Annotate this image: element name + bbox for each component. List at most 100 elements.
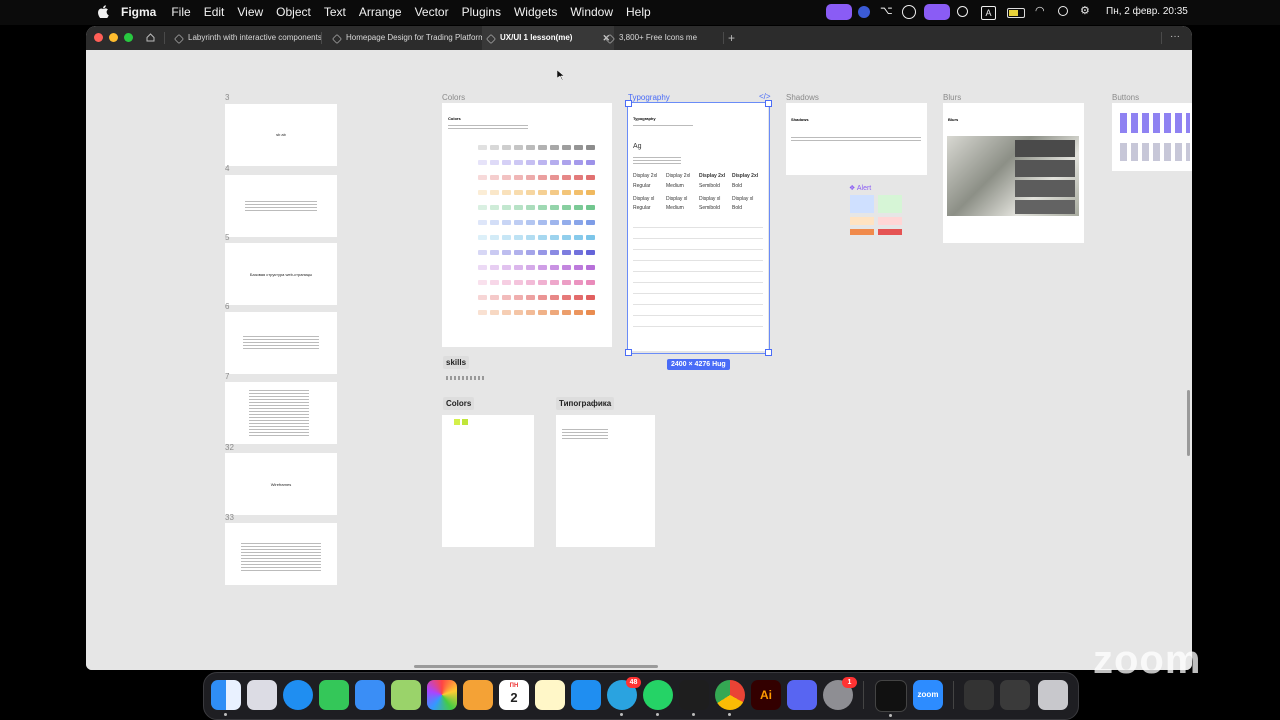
color-swatch xyxy=(574,220,583,225)
photos-icon[interactable] xyxy=(427,680,457,710)
fullscreen-window-button[interactable] xyxy=(124,33,133,42)
color-swatch xyxy=(538,265,547,270)
frame-label-blurs[interactable]: Blurs xyxy=(943,93,961,102)
frame-label-colors[interactable]: Colors xyxy=(442,93,465,102)
menu-vector[interactable]: Vector xyxy=(415,5,449,19)
frame-label-buttons[interactable]: Buttons xyxy=(1112,93,1139,102)
slide-thumbnail[interactable]: Wireframes xyxy=(225,453,337,515)
search-icon[interactable] xyxy=(1058,6,1068,16)
colors-frame[interactable]: Colors xyxy=(442,103,612,347)
slide-thumbnail[interactable] xyxy=(225,382,337,444)
alert-variants[interactable] xyxy=(850,195,904,242)
tab-homepage-design[interactable]: Homepage Design for Trading Platform xyxy=(328,26,492,50)
input-source-icon[interactable]: A xyxy=(981,6,996,20)
skills-component[interactable] xyxy=(446,376,484,380)
menu-help[interactable]: Help xyxy=(626,5,651,19)
play-icon[interactable] xyxy=(957,6,968,17)
system-settings-icon[interactable]: 1 xyxy=(823,677,857,710)
more-menu-button[interactable]: ··· xyxy=(1170,26,1180,48)
resize-handle[interactable] xyxy=(765,100,772,107)
discord-icon[interactable] xyxy=(787,680,817,710)
color-swatch xyxy=(526,145,535,150)
app-store-icon[interactable] xyxy=(571,680,601,710)
slide-thumbnail[interactable] xyxy=(225,312,337,374)
colors-section-label[interactable]: Colors xyxy=(443,397,475,410)
menu-text[interactable]: Text xyxy=(324,5,346,19)
zoom-icon[interactable]: zoom xyxy=(913,680,943,710)
colors-mini-frame[interactable] xyxy=(442,415,534,547)
color-swatch xyxy=(526,220,535,225)
frame-label-shadows[interactable]: Shadows xyxy=(786,93,819,102)
menu-view[interactable]: View xyxy=(237,5,263,19)
finder-icon[interactable] xyxy=(211,680,241,716)
menu-plugins[interactable]: Plugins xyxy=(462,5,501,19)
resize-handle[interactable] xyxy=(625,349,632,356)
notes-icon[interactable] xyxy=(535,680,565,710)
wifi-icon[interactable]: ◠ xyxy=(1035,4,1047,20)
apple-icon[interactable] xyxy=(98,5,109,18)
close-window-button[interactable] xyxy=(94,33,103,42)
horizontal-scrollbar[interactable] xyxy=(414,665,658,668)
trash-icon[interactable] xyxy=(1038,680,1068,710)
new-tab-button[interactable]: + xyxy=(728,26,735,50)
control-center-icon[interactable]: ⚙ xyxy=(1080,4,1094,20)
color-swatch xyxy=(478,220,487,225)
activity-monitor-icon[interactable] xyxy=(875,680,907,717)
telegram-icon[interactable]: 48 xyxy=(607,677,641,716)
design-canvas[interactable]: 3 sb ab 4 5 Базовая структура web-страни… xyxy=(86,50,1192,670)
color-swatch xyxy=(586,235,595,240)
blurs-frame[interactable]: Blurs xyxy=(943,103,1084,243)
menu-file[interactable]: File xyxy=(171,5,190,19)
menu-widgets[interactable]: Widgets xyxy=(514,5,557,19)
whatsapp-icon[interactable] xyxy=(643,680,673,716)
skills-label[interactable]: skills xyxy=(443,356,470,369)
tab-free-icons[interactable]: 3,800+ Free Icons me xyxy=(601,26,739,50)
slide-thumbnail[interactable]: sb ab xyxy=(225,104,337,166)
minimized-window-icon[interactable] xyxy=(1000,680,1030,710)
color-swatch xyxy=(514,160,523,165)
clock[interactable]: Пн, 2 февр. 20:35 xyxy=(1106,6,1188,22)
shadows-frame[interactable]: Shadows xyxy=(786,103,927,175)
tab-label: UX/UI 1 lesson(me) xyxy=(500,33,573,42)
menu-arrange[interactable]: Arrange xyxy=(359,5,402,19)
battery-icon[interactable] xyxy=(1007,8,1025,18)
frame-label-typography[interactable]: Typography xyxy=(628,93,670,102)
resize-handle[interactable] xyxy=(765,349,772,356)
tab-ux-ui-lesson[interactable]: UX/UI 1 lesson(me) ✕ xyxy=(482,26,614,50)
screen-share-icon[interactable] xyxy=(826,4,852,20)
cursor-icon xyxy=(557,70,565,80)
pages-icon[interactable] xyxy=(463,680,493,710)
home-icon[interactable] xyxy=(146,33,155,42)
figma-icon[interactable] xyxy=(679,680,709,716)
slide-thumbnail[interactable]: Базовая структура web-страницы xyxy=(225,243,337,305)
typografika-label[interactable]: Типографика xyxy=(556,397,615,410)
typografika-frame[interactable] xyxy=(556,415,655,547)
slide-thumbnail[interactable] xyxy=(225,175,337,237)
menu-window[interactable]: Window xyxy=(570,5,613,19)
accessibility-icon[interactable] xyxy=(902,5,916,19)
chrome-icon[interactable] xyxy=(715,680,745,716)
slide-thumbnail[interactable] xyxy=(225,523,337,585)
safari-icon[interactable] xyxy=(283,680,313,710)
swatch-row xyxy=(478,250,595,255)
menu-edit[interactable]: Edit xyxy=(204,5,225,19)
calendar-icon[interactable]: ПН 2 xyxy=(499,680,529,710)
resize-handle[interactable] xyxy=(625,100,632,107)
zoom-status-icon[interactable] xyxy=(858,6,870,18)
buttons-frame[interactable] xyxy=(1112,103,1192,171)
messages-icon[interactable] xyxy=(319,680,349,710)
illustrator-icon[interactable]: Ai xyxy=(751,680,781,710)
minimize-window-button[interactable] xyxy=(109,33,118,42)
launchpad-icon[interactable] xyxy=(247,680,277,710)
vertical-scrollbar[interactable] xyxy=(1187,390,1190,456)
screen-mirror-icon[interactable] xyxy=(924,4,950,20)
text-lines xyxy=(243,334,319,350)
menu-object[interactable]: Object xyxy=(276,5,311,19)
mail-icon[interactable] xyxy=(355,680,385,710)
menu-app-figma[interactable]: Figma xyxy=(121,5,156,19)
maps-icon[interactable] xyxy=(391,680,421,710)
tab-labyrinth[interactable]: Labyrinth with interactive components xyxy=(170,26,332,50)
bluetooth-icon[interactable]: ⌥ xyxy=(880,4,893,20)
minimized-window-icon[interactable] xyxy=(964,680,994,710)
alert-component-label[interactable]: ❖ Alert xyxy=(849,184,871,192)
